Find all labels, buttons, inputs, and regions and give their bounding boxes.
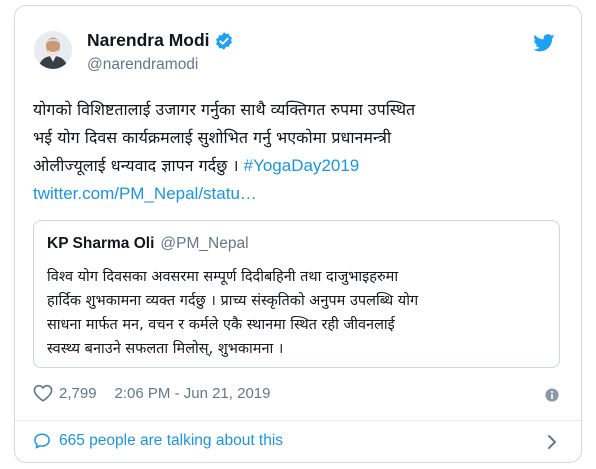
conversation-link[interactable]: 665 people are talking about this xyxy=(33,432,283,450)
verified-badge-icon xyxy=(215,31,232,50)
quoted-tweet-header: KP Sharma Oli @PM_Nepal xyxy=(47,235,249,253)
author-name-row[interactable]: Narendra Modi xyxy=(87,30,234,51)
avatar-portrait-icon xyxy=(34,31,72,69)
quoted-line: विश्व योग दिवसका अवसरमा सम्पूर्ण दिदीबहि… xyxy=(47,269,399,285)
conversation-count-text[interactable]: 665 people are talking about this xyxy=(59,432,283,450)
quoted-tweet-text: विश्व योग दिवसका अवसरमा सम्पूर्ण दिदीबहि… xyxy=(47,265,552,361)
tweet-line: भई योग दिवस कार्यक्रमलाई सुशोभित गर्नु भ… xyxy=(33,128,392,147)
twitter-bird-icon[interactable] xyxy=(533,34,555,52)
quoted-line: साधना मार्फत मन, वचन र कर्मले एकै स्थानम… xyxy=(47,317,395,333)
status-link[interactable]: twitter.com/PM_Nepal/statu… xyxy=(33,180,573,208)
quoted-author-name: KP Sharma Oli xyxy=(47,235,155,252)
tweet-line-with-hashtag: ओलीज्यूलाई धन्यवाद ज्ञापन गर्दछु । #Yoga… xyxy=(33,152,573,180)
footer-divider xyxy=(15,420,581,421)
info-icon[interactable] xyxy=(545,388,559,402)
tweet-line: ओलीज्यूलाई धन्यवाद ज्ञापन गर्दछु । xyxy=(33,156,239,175)
like-count[interactable]: 2,799 xyxy=(59,385,97,402)
avatar[interactable] xyxy=(34,31,72,69)
tweet-card[interactable]: Narendra Modi @narendramodi योगको विशिष्… xyxy=(14,5,582,463)
tweet-line: योगको विशिष्टतालाई उजागर गर्नुका साथै व्… xyxy=(33,100,416,119)
quoted-tweet[interactable]: KP Sharma Oli @PM_Nepal विश्व योग दिवसका … xyxy=(33,220,560,368)
author-handle[interactable]: @narendramodi xyxy=(87,56,198,74)
quoted-line: हार्दिक शुभकामना व्यक्त गर्दछु । प्राच्य… xyxy=(47,293,419,309)
tweet-meta: 2,799 2:06 PM - Jun 21, 2019 xyxy=(33,384,270,402)
hashtag-link[interactable]: #YogaDay2019 xyxy=(244,156,360,175)
quoted-author-handle: @PM_Nepal xyxy=(160,235,249,252)
tweet-timestamp[interactable]: 2:06 PM - Jun 21, 2019 xyxy=(115,385,271,402)
author-name[interactable]: Narendra Modi xyxy=(87,30,210,51)
chevron-right-icon[interactable] xyxy=(545,434,559,450)
speech-bubble-icon xyxy=(34,433,50,449)
quoted-line: स्वस्थ्य बनाउने सफलता मिलोस्, शुभकामना । xyxy=(47,341,284,357)
heart-icon[interactable] xyxy=(33,384,53,402)
tweet-text: योगको विशिष्टतालाई उजागर गर्नुका साथै व्… xyxy=(33,96,573,208)
